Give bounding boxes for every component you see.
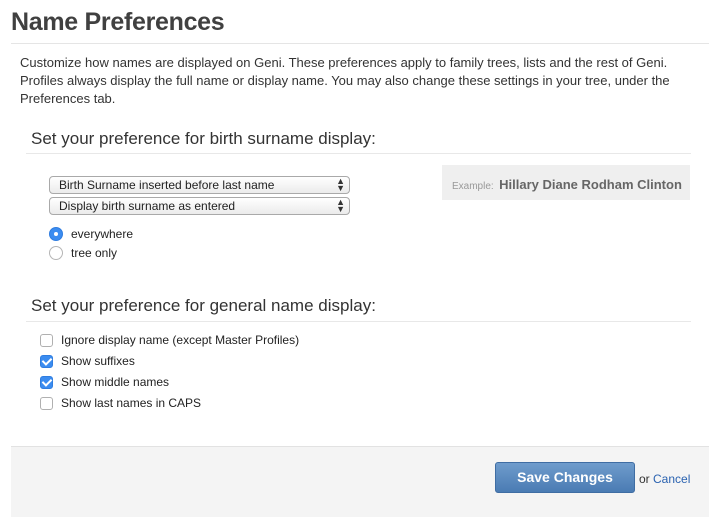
example-preview: Example: Hillary Diane Rodham Clinton [442,165,690,200]
select-arrows-icon: ▲ ▼ [336,176,345,193]
title-divider [11,43,709,44]
checkbox-last-names-caps[interactable] [40,396,53,410]
or-text: or [639,472,650,486]
example-name: Hillary Diane Rodham Clinton [499,177,682,192]
birth-surname-heading: Set your preference for birth surname di… [31,129,376,148]
general-name-divider [26,321,691,322]
option-ignore-display-name-label: Ignore display name (except Master Profi… [61,333,300,347]
radio-everywhere-label: everywhere [71,227,134,241]
checkbox-show-middle-names[interactable] [40,375,53,389]
option-last-names-caps-label: Show last names in CAPS [61,396,202,410]
option-show-middle-names-label: Show middle names [61,375,170,389]
checkbox-ignore-display-name[interactable] [40,333,53,347]
option-last-names-caps[interactable]: Show last names in CAPS [40,395,201,411]
cancel-link[interactable]: Cancel [653,472,690,486]
option-show-suffixes[interactable]: Show suffixes [40,353,135,369]
scope-option-everywhere[interactable]: everywhere [49,226,133,242]
example-label: Example: [452,181,494,192]
general-name-heading: Set your preference for general name dis… [31,296,376,315]
radio-tree-only[interactable] [49,246,63,260]
select-arrows-icon: ▲ ▼ [336,197,345,214]
birth-surname-divider [26,153,691,154]
radio-tree-only-label: tree only [71,246,118,260]
intro-text: Customize how names are displayed on Gen… [20,55,670,106]
save-changes-button[interactable]: Save Changes [495,462,635,493]
option-ignore-display-name[interactable]: Ignore display name (except Master Profi… [40,332,299,348]
surname-format-select-value: Display birth surname as entered [59,199,236,213]
option-show-suffixes-label: Show suffixes [61,354,135,368]
surname-format-select[interactable]: Display birth surname as entered ▲ ▼ [49,197,350,215]
checkbox-show-suffixes[interactable] [40,354,53,368]
surname-placement-select[interactable]: Birth Surname inserted before last name … [49,176,350,194]
radio-everywhere[interactable] [49,227,63,241]
page-title: Name Preferences [11,8,225,36]
scope-option-tree-only[interactable]: tree only [49,245,117,261]
surname-placement-select-value: Birth Surname inserted before last name [59,178,275,192]
option-show-middle-names[interactable]: Show middle names [40,374,169,390]
